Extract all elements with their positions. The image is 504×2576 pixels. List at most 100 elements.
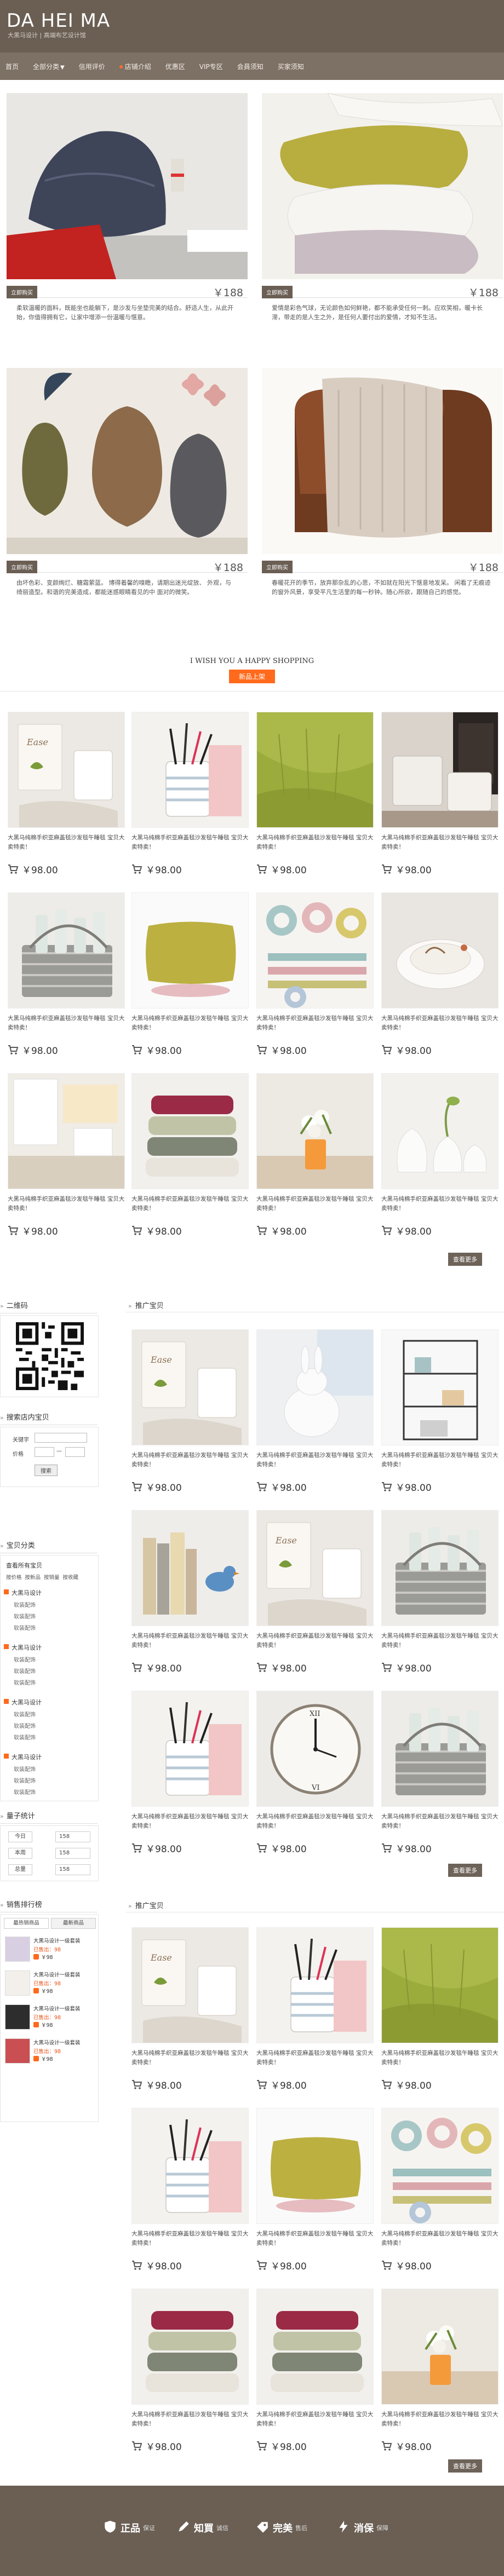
product-name[interactable]: 大黑马纯棉手织亚麻盖毯沙发毯午睡毯 宝贝大卖特卖！ <box>381 2049 499 2067</box>
category-all-link[interactable]: 查看所有宝贝 <box>6 1561 42 1570</box>
ranking-name[interactable]: 大黑马设计一级套装 <box>33 1937 81 1944</box>
cart-icon[interactable] <box>381 2079 392 2090</box>
category-sub[interactable]: 软装配饰 <box>14 1667 36 1675</box>
product-name[interactable]: 大黑马纯棉手织亚麻盖毯沙发毯午睡毯 宝贝大卖特卖！ <box>131 833 249 852</box>
category-group[interactable]: 大黑马设计 <box>12 1643 42 1652</box>
price-max-input[interactable] <box>65 1447 85 1457</box>
product-image[interactable] <box>131 2289 249 2405</box>
buy-now-button[interactable]: 立即购买 <box>7 286 37 298</box>
cart-icon[interactable] <box>381 1225 392 1236</box>
product-image[interactable] <box>381 1073 499 1189</box>
product-card[interactable]: 大黑马纯棉手织亚麻盖毯沙发毯午睡毯 宝贝大卖特卖！ ￥98.00 <box>381 1329 499 1505</box>
cart-icon[interactable] <box>381 863 392 874</box>
category-sub[interactable]: 软装配饰 <box>14 1623 36 1632</box>
product-name[interactable]: 大黑马纯棉手织亚麻盖毯沙发毯午睡毯 宝贝大卖特卖！ <box>256 2229 374 2248</box>
product-name[interactable]: 大黑马纯棉手织亚麻盖毯沙发毯午睡毯 宝贝大卖特卖！ <box>131 2049 249 2067</box>
product-card[interactable]: 大黑马纯棉手织亚麻盖毯沙发毯午睡毯 宝贝大卖特卖！ ￥98.00 <box>131 2289 249 2464</box>
product-card[interactable]: 大黑马纯棉手织亚麻盖毯沙发毯午睡毯 宝贝大卖特卖！ ￥98.00 <box>381 1691 499 1866</box>
product-name[interactable]: 大黑马纯棉手织亚麻盖毯沙发毯午睡毯 宝贝大卖特卖！ <box>131 2229 249 2248</box>
ranking-thumb[interactable] <box>5 1970 30 1996</box>
product-name[interactable]: 大黑马纯棉手织亚麻盖毯沙发毯午睡毯 宝贝大卖特卖！ <box>8 1014 125 1033</box>
product-image[interactable] <box>256 1073 374 1189</box>
category-sub[interactable]: 软装配饰 <box>14 1776 36 1784</box>
product-card[interactable]: 大黑马纯棉手织亚麻盖毯沙发毯午睡毯 宝贝大卖特卖！ ￥98.00 <box>131 1073 249 1248</box>
product-image[interactable] <box>131 1691 249 1807</box>
product-card[interactable]: 大黑马纯棉手织亚麻盖毯沙发毯午睡毯 宝贝大卖特卖！ ￥98.00 <box>131 2108 249 2283</box>
product-card[interactable]: 大黑马纯棉手织亚麻盖毯沙发毯午睡毯 宝贝大卖特卖！ ￥98.00 <box>8 1073 125 1248</box>
product-name[interactable]: 大黑马纯棉手织亚麻盖毯沙发毯午睡毯 宝贝大卖特卖！ <box>131 1014 249 1033</box>
product-card[interactable]: 大黑马纯棉手织亚麻盖毯沙发毯午睡毯 宝贝大卖特卖！ ￥98.00 <box>131 1691 249 1866</box>
ranking-thumb[interactable] <box>5 2004 30 2030</box>
product-image[interactable]: XII VI <box>256 1691 374 1807</box>
product-image[interactable] <box>381 1691 499 1807</box>
product-card[interactable]: Ease 大黑马纯棉手织亚麻盖毯沙发毯午睡毯 宝贝大卖特卖！ ￥98.00 <box>131 1927 249 2102</box>
product-name[interactable]: 大黑马纯棉手织亚麻盖毯沙发毯午睡毯 宝贝大卖特卖！ <box>381 833 499 852</box>
product-card[interactable]: 大黑马纯棉手织亚麻盖毯沙发毯午睡毯 宝贝大卖特卖！ ￥98.00 <box>256 2108 374 2283</box>
product-card[interactable]: 大黑马纯棉手织亚麻盖毯沙发毯午睡毯 宝贝大卖特卖！ ￥98.00 <box>131 712 249 887</box>
cart-icon[interactable] <box>256 1044 267 1055</box>
cart-icon[interactable] <box>131 2440 142 2451</box>
featured-product-image[interactable] <box>7 93 248 279</box>
cart-icon[interactable] <box>256 2440 267 2451</box>
ranking-name[interactable]: 大黑马设计一级套装 <box>33 1970 81 1978</box>
qr-code[interactable] <box>16 1322 84 1390</box>
category-sub[interactable]: 软装配饰 <box>14 1612 36 1620</box>
cart-icon[interactable] <box>8 1225 19 1236</box>
ranking-name[interactable]: 大黑马设计一级套装 <box>33 2038 81 2046</box>
category-sub[interactable]: 软装配饰 <box>14 1600 36 1609</box>
cart-icon[interactable] <box>131 1481 142 1492</box>
view-more-button-2[interactable]: 查看更多 <box>448 1864 482 1877</box>
product-name[interactable]: 大黑马纯棉手织亚麻盖毯沙发毯午睡毯 宝贝大卖特卖！ <box>381 1451 499 1469</box>
cart-icon[interactable] <box>131 863 142 874</box>
product-image[interactable] <box>8 1073 125 1189</box>
product-card[interactable]: Ease 大黑马纯棉手织亚麻盖毯沙发毯午睡毯 宝贝大卖特卖！ ￥98.00 <box>131 1329 249 1505</box>
nav-item[interactable]: 信用评价 <box>79 62 105 71</box>
cart-icon[interactable] <box>256 863 267 874</box>
product-name[interactable]: 大黑马纯棉手织亚麻盖毯沙发毯午睡毯 宝贝大卖特卖！ <box>381 1195 499 1213</box>
product-image[interactable] <box>256 2108 374 2224</box>
product-image[interactable] <box>256 2289 374 2405</box>
price-min-input[interactable] <box>35 1447 54 1457</box>
view-more-button[interactable]: 查看更多 <box>448 1253 482 1266</box>
cart-icon[interactable] <box>256 1662 267 1673</box>
category-group[interactable]: 大黑马设计 <box>12 1753 42 1761</box>
category-sort-link[interactable]: 按价格 <box>6 1573 22 1581</box>
product-name[interactable]: 大黑马纯棉手织亚麻盖毯沙发毯午睡毯 宝贝大卖特卖！ <box>256 1195 374 1213</box>
buy-now-button[interactable]: 立即购买 <box>262 561 293 573</box>
product-name[interactable]: 大黑马纯棉手织亚麻盖毯沙发毯午睡毯 宝贝大卖特卖！ <box>256 833 374 852</box>
category-sort-link[interactable]: 按收藏 <box>63 1573 79 1581</box>
product-card[interactable]: 大黑马纯棉手织亚麻盖毯沙发毯午睡毯 宝贝大卖特卖！ ￥98.00 <box>131 892 249 1068</box>
category-sub[interactable]: 软装配饰 <box>14 1721 36 1730</box>
search-button[interactable]: 搜索 <box>35 1465 58 1476</box>
product-name[interactable]: 大黑马纯棉手织亚麻盖毯沙发毯午睡毯 宝贝大卖特卖！ <box>8 1195 125 1213</box>
product-image[interactable] <box>256 1329 374 1445</box>
product-image[interactable] <box>131 2108 249 2224</box>
product-card[interactable]: 大黑马纯棉手织亚麻盖毯沙发毯午睡毯 宝贝大卖特卖！ ￥98.00 <box>256 2289 374 2464</box>
cart-icon[interactable] <box>381 2440 392 2451</box>
product-card[interactable]: 大黑马纯棉手织亚麻盖毯沙发毯午睡毯 宝贝大卖特卖！ ￥98.00 <box>381 892 499 1068</box>
ranking-name[interactable]: 大黑马设计一级套装 <box>33 2004 81 2012</box>
cart-icon[interactable] <box>381 1481 392 1492</box>
keyword-input[interactable] <box>35 1433 87 1443</box>
product-name[interactable]: 大黑马纯棉手织亚麻盖毯沙发毯午睡毯 宝贝大卖特卖！ <box>131 1451 249 1469</box>
product-name[interactable]: 大黑马纯棉手织亚麻盖毯沙发毯午睡毯 宝贝大卖特卖！ <box>8 833 125 852</box>
product-name[interactable]: 大黑马纯棉手织亚麻盖毯沙发毯午睡毯 宝贝大卖特卖！ <box>131 1632 249 1650</box>
cart-icon[interactable] <box>8 863 19 874</box>
product-image[interactable] <box>256 892 374 1008</box>
category-sub[interactable]: 软装配饰 <box>14 1788 36 1796</box>
product-card[interactable]: 大黑马纯棉手织亚麻盖毯沙发毯午睡毯 宝贝大卖特卖！ ￥98.00 <box>256 1073 374 1248</box>
category-sub[interactable]: 软装配饰 <box>14 1733 36 1741</box>
product-image[interactable] <box>131 1510 249 1626</box>
cart-icon[interactable] <box>256 2260 267 2270</box>
product-card[interactable]: XII VI 大黑马纯棉手织亚麻盖毯沙发毯午睡毯 宝贝大卖特卖！ ￥98.00 <box>256 1691 374 1866</box>
cart-icon[interactable] <box>381 2260 392 2270</box>
product-image[interactable] <box>131 892 249 1008</box>
nav-item[interactable]: 会員须知 <box>237 62 264 71</box>
product-image[interactable] <box>381 2289 499 2405</box>
cart-icon[interactable] <box>256 2079 267 2090</box>
product-name[interactable]: 大黑马纯棉手织亚麻盖毯沙发毯午睡毯 宝贝大卖特卖！ <box>256 2410 374 2429</box>
nav-item[interactable]: VIP专区 <box>199 62 223 71</box>
product-card[interactable]: 大黑马纯棉手织亚麻盖毯沙发毯午睡毯 宝贝大卖特卖！ ￥98.00 <box>256 712 374 887</box>
product-card[interactable]: 大黑马纯棉手织亚麻盖毯沙发毯午睡毯 宝贝大卖特卖！ ￥98.00 <box>381 2108 499 2283</box>
product-card[interactable]: 大黑马纯棉手织亚麻盖毯沙发毯午睡毯 宝贝大卖特卖！ ￥98.00 <box>381 1510 499 1685</box>
